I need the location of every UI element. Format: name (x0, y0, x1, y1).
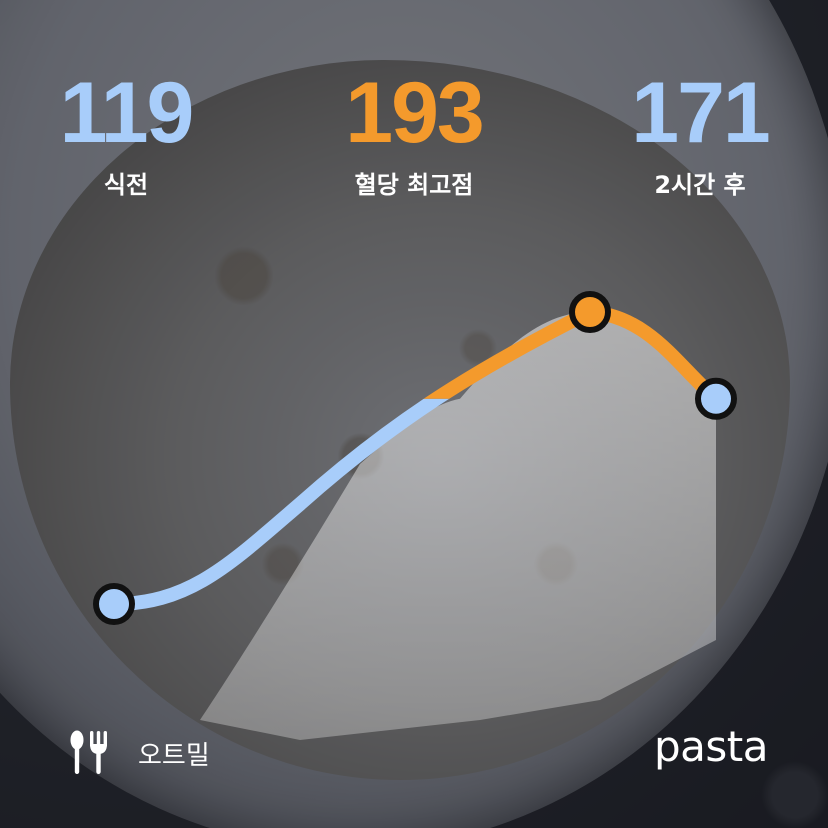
food-tag: 오트밀 (66, 730, 210, 776)
brand-logo: pasta (654, 722, 768, 771)
utensils-icon (70, 730, 107, 774)
peak-marker (569, 291, 611, 333)
two-hours-after-marker (695, 377, 737, 420)
food-name: 오트밀 (138, 740, 210, 771)
glucose-curve-chart (93, 291, 737, 740)
glucose-card: 119 식전 193 혈당 최고점 171 2시간 후 오트밀 pasta (0, 0, 828, 828)
before-meal-marker (93, 583, 135, 625)
